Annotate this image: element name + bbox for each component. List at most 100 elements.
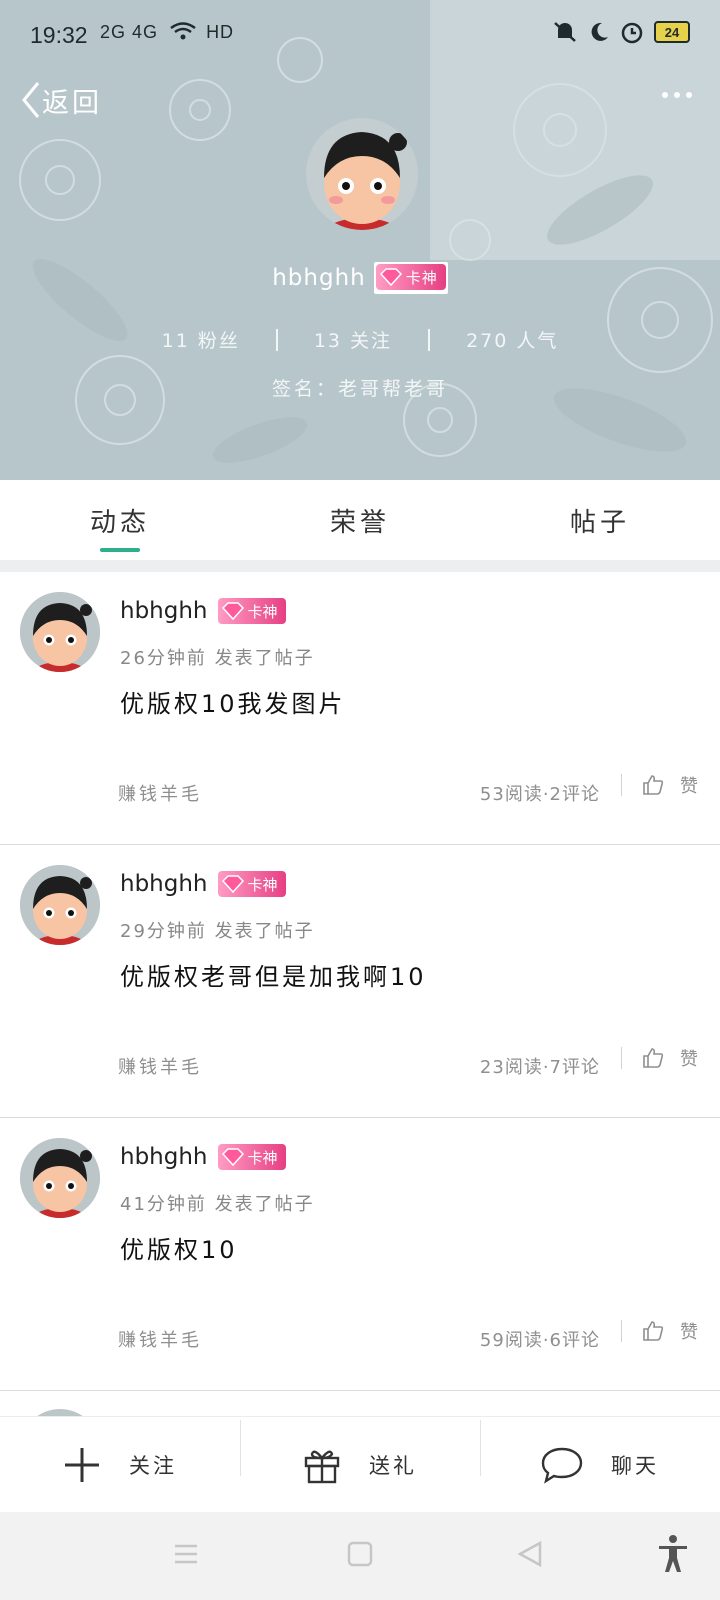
battery-indicator: 24 [654, 21, 690, 43]
post-meta: 26分钟前 发表了帖子 [120, 648, 315, 669]
post-author-row: hbhghh 卡神 [120, 1144, 286, 1170]
section-divider [0, 560, 720, 572]
home-icon[interactable] [346, 1540, 374, 1568]
tab-honors[interactable]: 荣誉 [240, 480, 480, 560]
plus-icon [65, 1447, 99, 1482]
system-navigation-bar [0, 1512, 720, 1600]
profile-header: 19:32 2G 4G HD 24 返回 hbhghh 卡神 11 粉丝 13 … [0, 0, 720, 480]
profile-stats: 11 粉丝 13 关注 270 人气 [0, 326, 720, 353]
divider [621, 1320, 622, 1342]
status-icons: 24 [552, 20, 690, 44]
divider [275, 328, 278, 351]
post-avatar[interactable] [20, 865, 100, 945]
diamond-icon [221, 602, 244, 620]
post-username[interactable]: hbhghh [120, 598, 208, 624]
network-label: 2G 4G [100, 22, 159, 42]
diamond-icon [221, 875, 244, 893]
feed-item[interactable]: hbhghh 卡神 29分钟前 发表了帖子 优版权老哥但是加我啊10 赚钱羊毛 … [0, 845, 720, 1118]
profile-action-bar: 关注 送礼 聊天 [0, 1416, 720, 1512]
divider [621, 1047, 622, 1069]
chevron-left-icon [22, 82, 40, 118]
back-label: 返回 [42, 87, 102, 119]
chat-label: 聊天 [611, 1453, 659, 1478]
more-dot-icon [662, 92, 668, 98]
post-category[interactable]: 赚钱羊毛 [118, 1053, 202, 1079]
tab-posts[interactable]: 帖子 [480, 480, 720, 560]
feed-item[interactable]: hbhghh 卡神 41分钟前 发表了帖子 优版权10 赚钱羊毛 59阅读·6评… [0, 1118, 720, 1391]
post-author-row: hbhghh 卡神 [120, 598, 286, 624]
gift-label: 送礼 [369, 1453, 417, 1478]
post-category[interactable]: 赚钱羊毛 [118, 1326, 202, 1352]
diamond-icon [221, 1148, 244, 1166]
gift-button[interactable]: 送礼 [240, 1419, 480, 1484]
profile-tabs: 动态 荣誉 帖子 [0, 480, 720, 560]
like-label: 赞 [680, 776, 698, 797]
post-title[interactable]: 优版权10我发图片 [120, 684, 346, 719]
thumbs-up-icon [643, 1048, 664, 1068]
follow-button[interactable]: 关注 [0, 1446, 240, 1484]
tab-activity[interactable]: 动态 [0, 480, 240, 560]
alarm-icon [621, 22, 643, 44]
profile-username: hbhghh [272, 265, 366, 291]
wifi-icon [170, 22, 196, 40]
badge-label: 卡神 [405, 268, 438, 287]
divider [428, 328, 431, 351]
post-avatar[interactable] [20, 1138, 100, 1218]
gift-icon [304, 1450, 340, 1483]
popularity-count: 270 人气 [466, 330, 559, 352]
status-time: 19:32 [30, 22, 88, 48]
diamond-icon [379, 268, 402, 286]
post-avatar[interactable] [20, 592, 100, 672]
badge-label: 卡神 [247, 602, 278, 621]
network-indicator: 2G 4G HD [100, 22, 234, 43]
accessibility-icon[interactable] [656, 1534, 690, 1574]
badge-wrapper: 卡神 [373, 262, 448, 294]
level-badge: 卡神 [217, 1144, 286, 1170]
post-title[interactable]: 优版权老哥但是加我啊10 [120, 957, 427, 992]
level-badge: 卡神 [375, 264, 446, 290]
post-meta: 29分钟前 发表了帖子 [120, 921, 315, 942]
post-stats: 53阅读·2评论 [479, 784, 600, 805]
fans-count[interactable]: 11 粉丝 [162, 326, 240, 353]
profile-signature: 签名：老哥帮老哥 [271, 378, 448, 400]
divider [621, 774, 622, 796]
post-username[interactable]: hbhghh [120, 1144, 208, 1170]
thumbs-up-icon [643, 1321, 664, 1341]
like-button[interactable]: 赞 [621, 1318, 698, 1344]
menu-icon[interactable] [172, 1540, 200, 1568]
back-button[interactable]: 返回 [20, 80, 102, 120]
status-bar: 19:32 2G 4G HD 24 [0, 0, 720, 70]
activity-feed: hbhghh 卡神 26分钟前 发表了帖子 优版权10我发图片 赚钱羊毛 53阅… [0, 572, 720, 1489]
level-badge: 卡神 [217, 598, 286, 624]
floral-background [0, 0, 720, 480]
more-options-button[interactable] [662, 92, 692, 98]
like-label: 赞 [680, 1049, 698, 1070]
badge-label: 卡神 [247, 875, 278, 894]
following-count[interactable]: 13 关注 [314, 326, 392, 353]
feed-item[interactable]: hbhghh 卡神 26分钟前 发表了帖子 优版权10我发图片 赚钱羊毛 53阅… [0, 572, 720, 845]
mute-vibrate-icon [554, 22, 576, 42]
level-badge: 卡神 [217, 871, 286, 897]
back-triangle-icon[interactable] [516, 1540, 544, 1568]
chat-button[interactable]: 聊天 [480, 1419, 720, 1484]
more-dot-icon [686, 92, 692, 98]
profile-avatar[interactable] [306, 112, 418, 236]
post-username[interactable]: hbhghh [120, 871, 208, 897]
like-label: 赞 [680, 1322, 698, 1343]
hd-label: HD [206, 22, 235, 42]
post-stats: 59阅读·6评论 [479, 1330, 600, 1351]
more-dot-icon [674, 92, 680, 98]
post-meta: 41分钟前 发表了帖子 [120, 1194, 315, 1215]
chat-bubble-icon [541, 1447, 583, 1484]
post-author-row: hbhghh 卡神 [120, 871, 286, 897]
post-stats: 23阅读·7评论 [479, 1057, 600, 1078]
like-button[interactable]: 赞 [621, 1045, 698, 1071]
profile-name-row: hbhghh 卡神 [0, 262, 720, 294]
badge-label: 卡神 [247, 1148, 278, 1167]
like-button[interactable]: 赞 [621, 772, 698, 798]
follow-label: 关注 [129, 1453, 177, 1478]
post-title[interactable]: 优版权10 [120, 1230, 238, 1265]
thumbs-up-icon [643, 775, 664, 795]
post-category[interactable]: 赚钱羊毛 [118, 780, 202, 806]
moon-icon [591, 22, 608, 41]
